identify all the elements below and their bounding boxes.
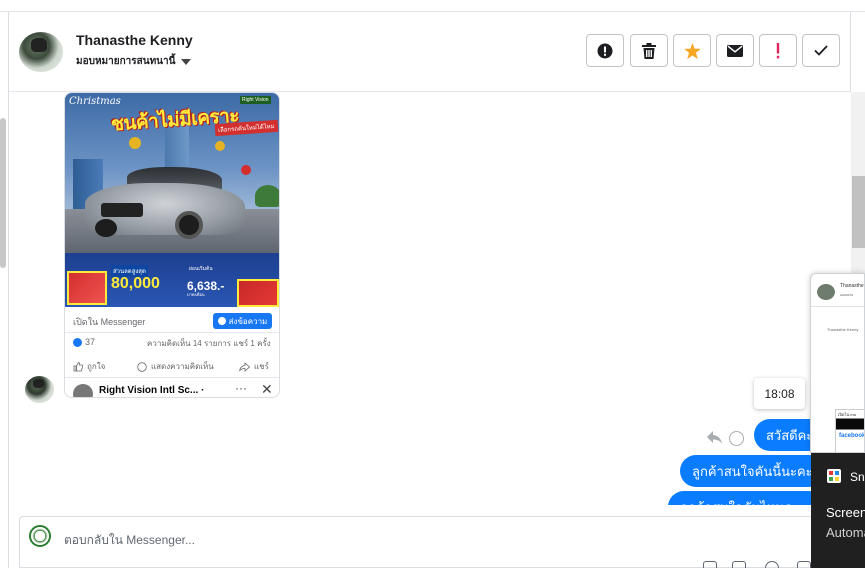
mark-done-button[interactable] — [802, 34, 840, 67]
like-icon — [73, 337, 82, 347]
screenshot-preview-thumbnail[interactable]: Thanasthe มอบหมาย Thanasthe Kenny เปิดใน… — [810, 273, 865, 453]
notification-title: Screenshot copied — [826, 505, 865, 520]
frame-right-border — [850, 12, 851, 92]
caret-down-icon — [181, 58, 192, 65]
outgoing-message-bubble[interactable]: ลูกค้าสนใจคันนี้นะคะ — [680, 455, 825, 487]
page-avatar — [73, 384, 93, 397]
delete-button[interactable] — [630, 34, 668, 67]
comment-action[interactable]: แสดงความคิดเห็น — [137, 360, 214, 373]
notification-body: Automatically saved — [826, 525, 865, 540]
send-message-button[interactable]: ส่งข้อความ — [213, 313, 272, 329]
share-action[interactable]: แชร์ — [239, 360, 269, 373]
check-icon — [814, 45, 828, 56]
more-options-icon[interactable]: ··· — [235, 381, 247, 395]
reply-icon[interactable] — [706, 430, 723, 445]
react-emoji-icon[interactable] — [729, 431, 744, 446]
like-count[interactable]: 37 — [73, 337, 95, 347]
thumbs-up-icon — [73, 361, 83, 371]
star-button[interactable] — [673, 34, 711, 67]
conversation-header: Thanasthe Kenny มอบหมายการสนทนานี้ — [9, 13, 850, 92]
attach-icon[interactable] — [703, 561, 717, 568]
top-border — [0, 0, 865, 12]
exclamation-icon — [776, 42, 780, 58]
message-scrollbar-thumb[interactable] — [852, 176, 865, 248]
left-scrollbar[interactable] — [0, 118, 6, 268]
shared-post-card[interactable]: Christmas Right Vision ชนค้าไม่มีเคราะ เ… — [64, 92, 280, 398]
share-icon — [239, 361, 250, 372]
close-icon[interactable]: ✕ — [261, 381, 273, 397]
mark-spam-button[interactable] — [586, 34, 624, 67]
open-in-messenger-text: เปิดใน Messenger — [73, 317, 146, 327]
contact-message-avatar[interactable] — [25, 376, 54, 403]
comment-share-count[interactable]: ความคิดเห็น 14 รายการ แชร์ 1 ครั้ง — [147, 337, 271, 350]
message-time-tooltip: 18:08 — [754, 378, 805, 409]
post-actions: ถูกใจ แสดงความคิดเห็น แชร์ — [65, 357, 279, 375]
comment-icon — [137, 361, 147, 372]
gift-box-decoration — [67, 271, 107, 305]
notification-app-name: Snipping Tool — [850, 470, 865, 484]
page-avatar — [29, 525, 51, 547]
assign-label: มอบหมายการสนทนานี้ — [76, 56, 176, 67]
saved-reply-icon[interactable] — [732, 561, 746, 568]
reply-input-placeholder[interactable]: ตอบกลับใน Messenger... — [64, 531, 195, 550]
message-clip: ลูกค้าสนใจคันไหนคะ — [668, 491, 825, 505]
page-name: Right Vision Intl Sc... · — [99, 385, 205, 396]
ad-script-text: Christmas — [69, 96, 121, 107]
follow-up-button[interactable] — [759, 34, 797, 67]
alert-circle-icon — [597, 43, 613, 58]
trash-icon — [642, 42, 656, 59]
post-cta-row: เปิดใน Messenger ส่งข้อความ — [65, 309, 279, 333]
reply-composer[interactable]: ตอบกลับใน Messenger... — [19, 516, 819, 568]
frame-left-border — [8, 12, 9, 568]
like-action[interactable]: ถูกใจ — [73, 360, 105, 373]
cart-icon[interactable] — [797, 561, 811, 568]
star-icon — [683, 42, 701, 59]
installment-label: ผ่อนเริ่มต้น — [189, 266, 213, 272]
messenger-icon — [217, 317, 226, 325]
send-message-label: ส่งข้อความ — [228, 316, 268, 326]
envelope-icon — [727, 44, 743, 57]
contact-avatar[interactable] — [19, 32, 63, 72]
snipping-tool-notification[interactable]: Snipping Tool Screenshot copied Automati… — [811, 453, 865, 568]
outgoing-message-bubble[interactable]: ลูกค้าสนใจคันไหนคะ — [668, 491, 825, 505]
installment-unit: บาท/เดือน — [187, 292, 205, 297]
gift-box-decoration — [237, 279, 279, 307]
discount-amount: 80,000 — [111, 275, 160, 292]
snipping-tool-icon — [827, 469, 841, 483]
post-sender-row[interactable]: Right Vision Intl Sc... · ··· ✕ — [65, 377, 279, 397]
contact-name[interactable]: Thanasthe Kenny — [76, 32, 193, 48]
ad-image[interactable]: Christmas Right Vision ชนค้าไม่มีเคราะ เ… — [65, 93, 279, 307]
mark-unread-button[interactable] — [716, 34, 754, 67]
assign-conversation-dropdown[interactable]: มอบหมายการสนทนานี้ — [76, 54, 192, 69]
emoji-icon[interactable] — [765, 561, 779, 568]
